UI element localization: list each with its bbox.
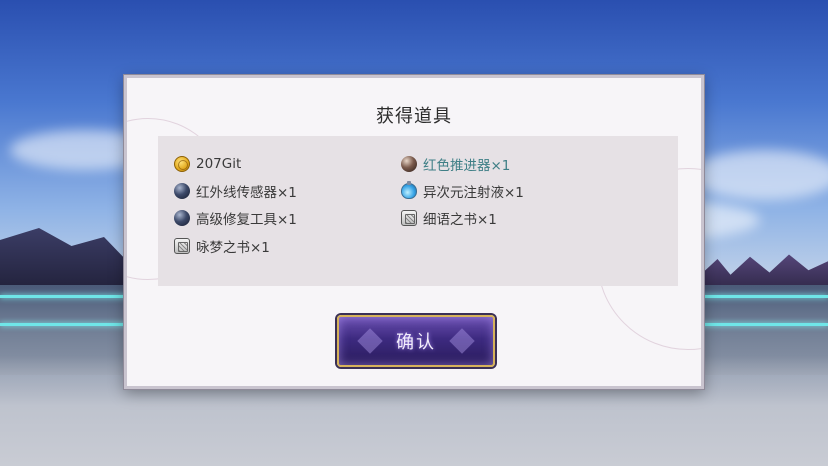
dark-sphere-icon	[174, 182, 190, 199]
gold-coin-icon	[174, 155, 190, 172]
items-panel: 207Git 红色推进器×1 红外线传感器×1 异次元注射液×1 高级修复工具×…	[158, 136, 678, 286]
reward-item-git: 207Git	[174, 150, 401, 177]
reward-item-label: 高级修复工具×1	[196, 212, 297, 229]
confirm-button-label: 确认	[396, 332, 436, 353]
confirm-button[interactable]: 确认	[337, 315, 495, 367]
reward-item-label: 异次元注射液×1	[423, 184, 524, 201]
reward-item-label: 红色推进器×1	[423, 157, 511, 174]
cloud	[690, 150, 828, 200]
background-mountain	[0, 228, 130, 288]
reward-item-repair-tool: 高级修复工具×1	[174, 205, 401, 232]
reward-item-red-thruster: 红色推进器×1	[401, 150, 661, 177]
game-scene: 获得道具 207Git 红色推进器×1 红外线传感器×1 异次元注射液×1 高级…	[0, 0, 828, 466]
reward-item-label: 咏梦之书×1	[196, 239, 270, 256]
book-icon	[401, 210, 417, 227]
item-reward-dialog: 获得道具 207Git 红色推进器×1 红外线传感器×1 异次元注射液×1 高级…	[124, 75, 704, 389]
red-sphere-icon	[401, 155, 417, 172]
reward-item-dimension-serum: 异次元注射液×1	[401, 177, 661, 204]
reward-item-label: 207Git	[196, 155, 242, 172]
reward-item-infrared-sensor: 红外线传感器×1	[174, 177, 401, 204]
reward-item-label: 红外线传感器×1	[196, 184, 297, 201]
dark-sphere-icon	[174, 210, 190, 227]
book-icon	[174, 237, 190, 254]
items-grid: 207Git 红色推进器×1 红外线传感器×1 异次元注射液×1 高级修复工具×…	[174, 150, 678, 259]
reward-item-label: 细语之书×1	[423, 212, 497, 229]
dialog-title: 获得道具	[376, 106, 452, 127]
blue-potion-icon	[401, 180, 417, 199]
reward-item-whisper-book: 细语之书×1	[401, 205, 661, 232]
reward-item-dream-book: 咏梦之书×1	[174, 232, 401, 259]
